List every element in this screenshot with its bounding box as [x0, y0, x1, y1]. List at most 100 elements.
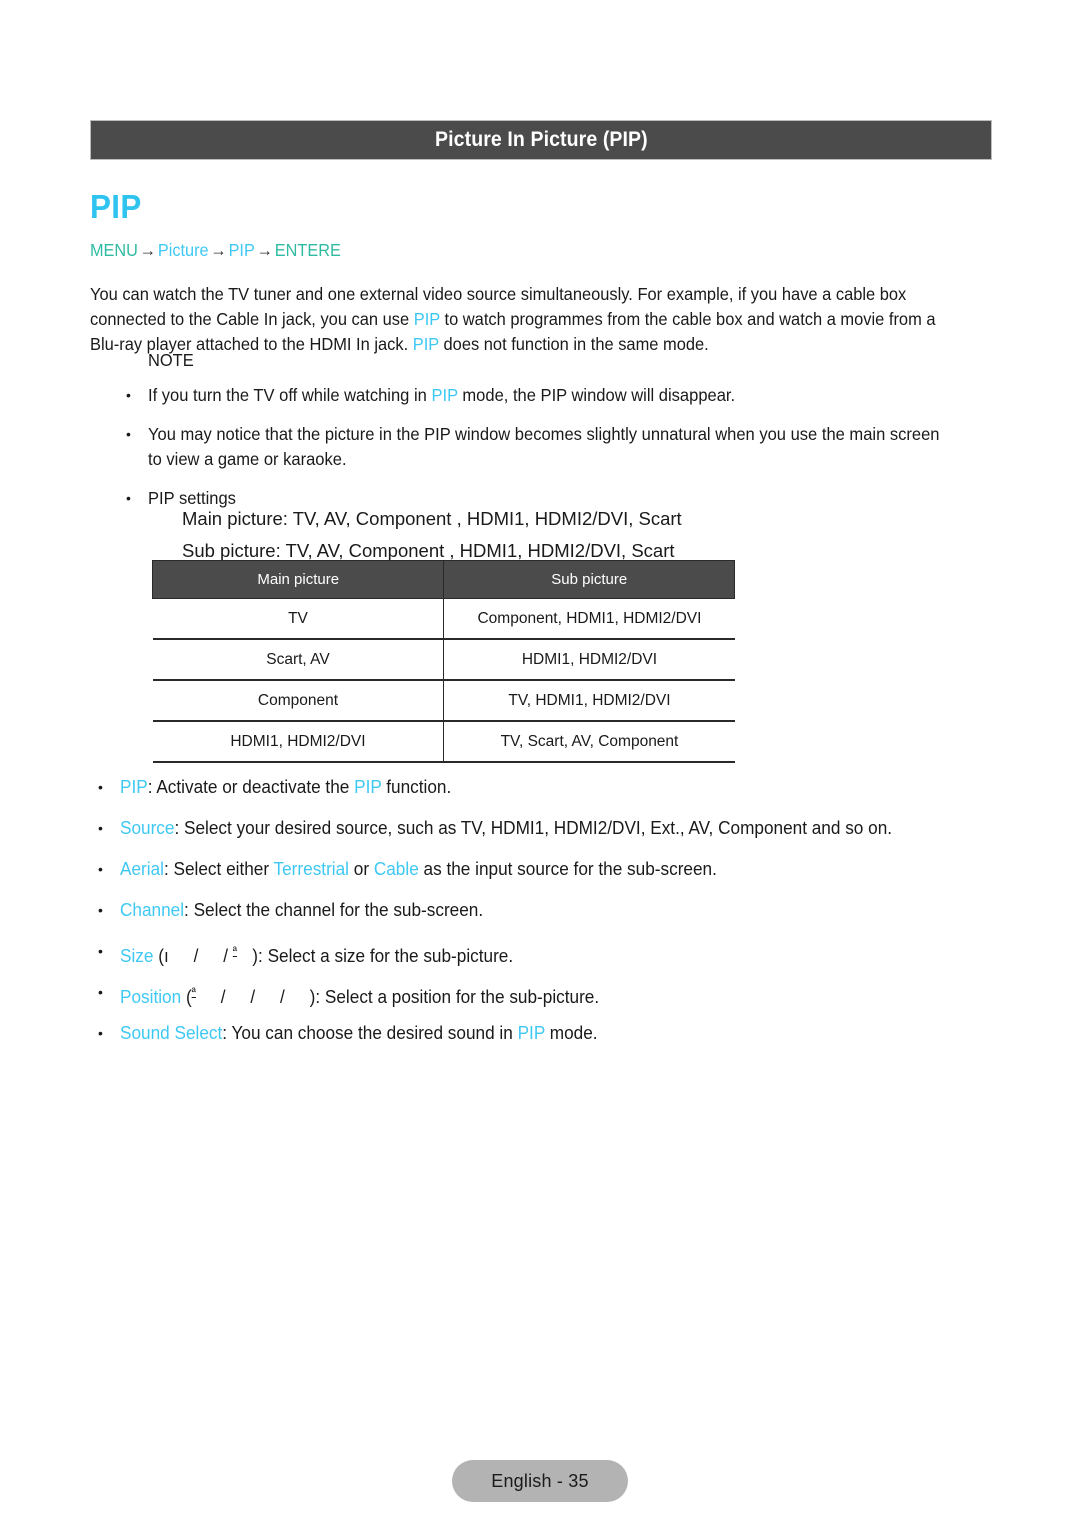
option-sound-post: mode.	[544, 1023, 598, 1043]
table-cell-sub: Component, HDMI1, HDMI2/DVI	[443, 598, 735, 640]
table-cell-sub: HDMI1, HDMI2/DVI	[443, 639, 735, 681]
option-aerial-post: as the input source for the sub-screen.	[418, 859, 717, 879]
option-term-position: Position	[120, 987, 182, 1007]
intro-part-3: does not function in the same mode.	[438, 334, 709, 354]
table-header-row: Main picture Sub picture	[151, 560, 735, 599]
menu-path-picture: Picture	[157, 240, 209, 260]
option-pip-highlight: PIP	[354, 777, 382, 797]
size-symbol-3: ª	[232, 944, 238, 958]
option-item-channel: • Channel: Select the channel for the su…	[98, 898, 998, 931]
note-list-item: • You may notice that the picture in the…	[124, 422, 1004, 472]
option-item-source: • Source: Select your desired source, su…	[98, 816, 998, 849]
option-term-channel: Channel	[120, 900, 185, 920]
table-row: TV Component, HDMI1, HDMI2/DVI	[152, 598, 735, 640]
section-header-bar: Picture In Picture (PIP)	[90, 120, 992, 160]
option-term-aerial: Aerial	[120, 859, 164, 879]
bullet-icon: •	[98, 861, 103, 877]
option-pip-post: function.	[381, 777, 452, 797]
position-slash-1: /	[220, 987, 226, 1007]
menu-path-arrow-3: →	[256, 240, 273, 260]
option-size-rest: : Select a size for the sub-picture.	[258, 946, 514, 966]
intro-paragraph: You can watch the TV tuner and one exter…	[90, 282, 942, 357]
intro-pip-2: PIP	[412, 334, 439, 354]
option-sound-mid: : You can choose the desired sound in	[222, 1023, 518, 1043]
note-item-post: mode, the PIP window will disappear.	[457, 385, 736, 405]
option-term-size: Size	[120, 946, 154, 966]
option-aerial-mid-1: : Select either	[163, 859, 274, 879]
option-text-sound-select: Sound Select: You can choose the desired…	[120, 1021, 958, 1054]
option-aerial-cable: Cable	[373, 859, 419, 879]
table-header-sub-picture: Sub picture	[443, 560, 735, 599]
option-pip-mid: : Activate or deactivate the	[147, 777, 355, 797]
main-picture-line: Main picture: TV, AV, Component , HDMI1,…	[182, 508, 682, 529]
note-item-text: If you turn the TV off while watching in…	[148, 383, 957, 408]
document-page: Picture In Picture (PIP) PIP MENU → Pictur…	[0, 0, 1080, 1534]
option-text-channel: Channel: Select the channel for the sub-…	[120, 898, 958, 931]
option-text-size: Size (ı / / ª): Select a size for the sub-…	[120, 939, 958, 972]
bullet-icon: •	[98, 779, 103, 795]
position-slash-2: /	[250, 987, 256, 1007]
table-row: Scart, AV HDMI1, HDMI2/DVI	[152, 639, 735, 681]
position-symbol-1: ª	[191, 985, 196, 999]
menu-path-menu: MENU	[90, 240, 138, 260]
page-footer-badge: English - 35	[452, 1460, 628, 1502]
note-item-pre: If you turn the TV off while watching in	[148, 385, 432, 405]
size-slash-2: /	[223, 946, 228, 966]
bullet-icon: •	[98, 984, 103, 1000]
table-cell-sub: TV, HDMI1, HDMI2/DVI	[443, 680, 735, 722]
table-cell-main: Scart, AV	[152, 639, 445, 681]
section-header-title: Picture In Picture (PIP)	[434, 128, 648, 151]
option-text-position: Position (ª / / /): Select a position for t…	[120, 980, 958, 1013]
page-title: PIP	[90, 188, 142, 225]
note-item-text: You may notice that the picture in the P…	[148, 424, 940, 469]
option-item-position: • Position (ª / / /): Select a position for…	[98, 980, 998, 1013]
note-item-highlight: PIP	[431, 385, 458, 405]
option-sound-highlight: PIP	[517, 1023, 545, 1043]
pip-combination-table: Main picture Sub picture TV Component, H…	[151, 560, 735, 763]
intro-pip-1: PIP	[413, 309, 440, 329]
option-aerial-mid-2: or	[348, 859, 374, 879]
pip-settings-lines: Main picture: TV, AV, Component , HDMI1,…	[182, 503, 682, 567]
bullet-icon: •	[126, 490, 131, 506]
option-item-pip: • PIP: Activate or deactivate the PIP fu…	[98, 775, 998, 808]
table-row: HDMI1, HDMI2/DVI TV, Scart, AV, Componen…	[152, 721, 735, 763]
bullet-icon: •	[98, 820, 103, 836]
option-text-pip: PIP: Activate or deactivate the PIP func…	[120, 775, 958, 808]
page-footer-label: English - 35	[491, 1470, 589, 1491]
bullet-icon: •	[98, 902, 103, 918]
option-text-source: Source: Select your desired source, such…	[120, 816, 958, 849]
table-cell-sub: TV, Scart, AV, Component	[443, 721, 735, 763]
option-term-pip: PIP	[120, 777, 148, 797]
bullet-icon: •	[98, 943, 103, 959]
bullet-icon: •	[98, 1025, 103, 1041]
option-item-aerial: • Aerial: Select either Terrestrial or C…	[98, 857, 998, 890]
size-symbol-1: ı	[163, 946, 169, 966]
menu-path-enter: ENTERE	[274, 240, 341, 260]
table-cell-main: HDMI1, HDMI2/DVI	[152, 721, 445, 763]
option-item-sound-select: • Sound Select: You can choose the desir…	[98, 1021, 998, 1054]
table-cell-main: TV	[152, 598, 445, 640]
table-header-main-picture: Main picture	[151, 560, 445, 599]
option-term-source: Source	[120, 818, 175, 838]
menu-path-arrow-2: →	[210, 240, 227, 260]
option-item-size: • Size (ı / / ª): Select a size for the su…	[98, 939, 998, 972]
option-source-rest: : Select your desired source, such as TV…	[174, 818, 893, 838]
position-slash-3: /	[280, 987, 285, 1007]
table-row: Component TV, HDMI1, HDMI2/DVI	[152, 680, 735, 722]
size-slash-1: /	[193, 946, 199, 966]
option-aerial-terrestrial: Terrestrial	[273, 859, 349, 879]
menu-path-pip: PIP	[228, 240, 255, 260]
intro-paragraph-text: You can watch the TV tuner and one exter…	[90, 282, 942, 357]
menu-path-arrow-1: →	[139, 240, 157, 260]
pip-options-list: • PIP: Activate or deactivate the PIP fu…	[98, 775, 998, 1062]
bullet-icon: •	[126, 387, 131, 403]
table-cell-main: Component	[152, 680, 445, 722]
note-label: NOTE	[148, 350, 194, 370]
option-channel-rest: : Select the channel for the sub-screen.	[184, 900, 484, 920]
note-list-item: • If you turn the TV off while watching …	[124, 383, 1004, 408]
option-position-rest: : Select a position for the sub-picture.	[315, 987, 600, 1007]
option-text-aerial: Aerial: Select either Terrestrial or Cab…	[120, 857, 958, 890]
menu-path-breadcrumb: MENU → Picture → PIP → ENTERE	[90, 240, 341, 261]
option-term-sound-select: Sound Select	[120, 1023, 223, 1043]
bullet-icon: •	[126, 426, 131, 442]
